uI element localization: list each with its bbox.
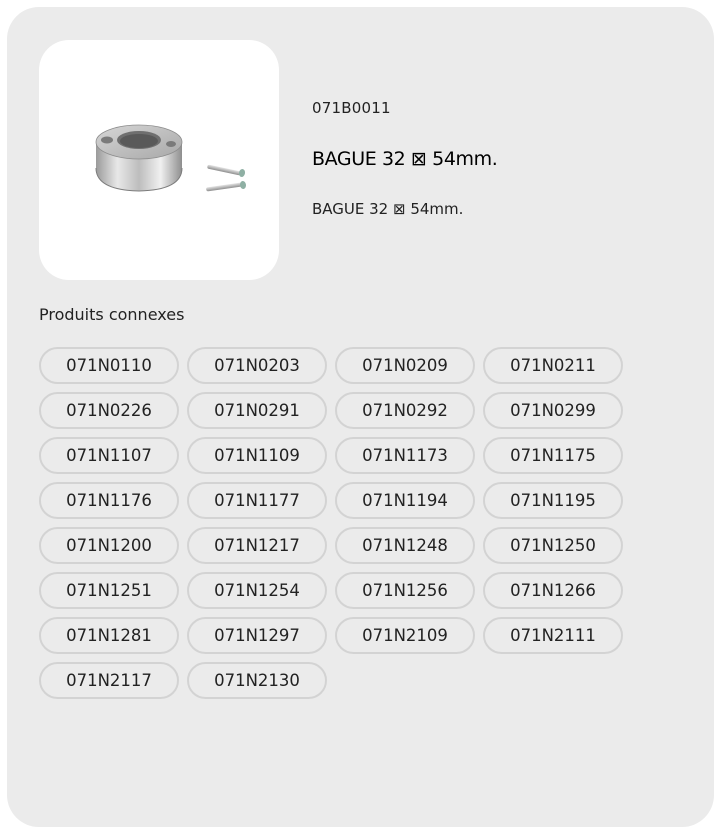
related-product-chip[interactable]: 071N1175 [483,437,623,474]
related-product-chip[interactable]: 071N1194 [335,482,475,519]
related-product-chip[interactable]: 071N0211 [483,347,623,384]
related-product-chip[interactable]: 071N0291 [187,392,327,429]
related-product-chip[interactable]: 071N0110 [39,347,179,384]
related-product-chip[interactable]: 071N1297 [187,617,327,654]
product-image [39,40,279,280]
related-product-chip[interactable]: 071N0209 [335,347,475,384]
product-card: 071B0011 BAGUE 32 ⊠ 54mm. BAGUE 32 ⊠ 54m… [7,7,714,827]
related-product-chip[interactable]: 071N2109 [335,617,475,654]
related-product-chip[interactable]: 071N1107 [39,437,179,474]
related-products-list: 071N0110 071N0203 071N0209 071N0211 071N… [39,347,639,699]
related-product-chip[interactable]: 071N0292 [335,392,475,429]
related-product-chip[interactable]: 071N0203 [187,347,327,384]
product-title: BAGUE 32 ⊠ 54mm. [312,148,498,170]
related-product-chip[interactable]: 071N0299 [483,392,623,429]
related-product-chip[interactable]: 071N1173 [335,437,475,474]
related-product-chip[interactable]: 071N1217 [187,527,327,564]
related-product-chip[interactable]: 071N0226 [39,392,179,429]
related-product-chip[interactable]: 071N1266 [483,572,623,609]
related-product-chip[interactable]: 071N1195 [483,482,623,519]
related-product-chip[interactable]: 071N1281 [39,617,179,654]
related-product-chip[interactable]: 071N1254 [187,572,327,609]
related-product-chip[interactable]: 071N1177 [187,482,327,519]
related-product-chip[interactable]: 071N1251 [39,572,179,609]
related-product-chip[interactable]: 071N2130 [187,662,327,699]
related-product-chip[interactable]: 071N1109 [187,437,327,474]
related-product-chip[interactable]: 071N1256 [335,572,475,609]
product-sku: 071B0011 [312,99,391,117]
related-product-chip[interactable]: 071N1250 [483,527,623,564]
related-product-chip[interactable]: 071N1200 [39,527,179,564]
related-product-chip[interactable]: 071N2117 [39,662,179,699]
related-product-chip[interactable]: 071N2111 [483,617,623,654]
related-products-heading: Produits connexes [39,305,185,324]
bushing-ring-image [95,124,247,192]
product-description: BAGUE 32 ⊠ 54mm. [312,200,464,218]
related-product-chip[interactable]: 071N1176 [39,482,179,519]
related-product-chip[interactable]: 071N1248 [335,527,475,564]
